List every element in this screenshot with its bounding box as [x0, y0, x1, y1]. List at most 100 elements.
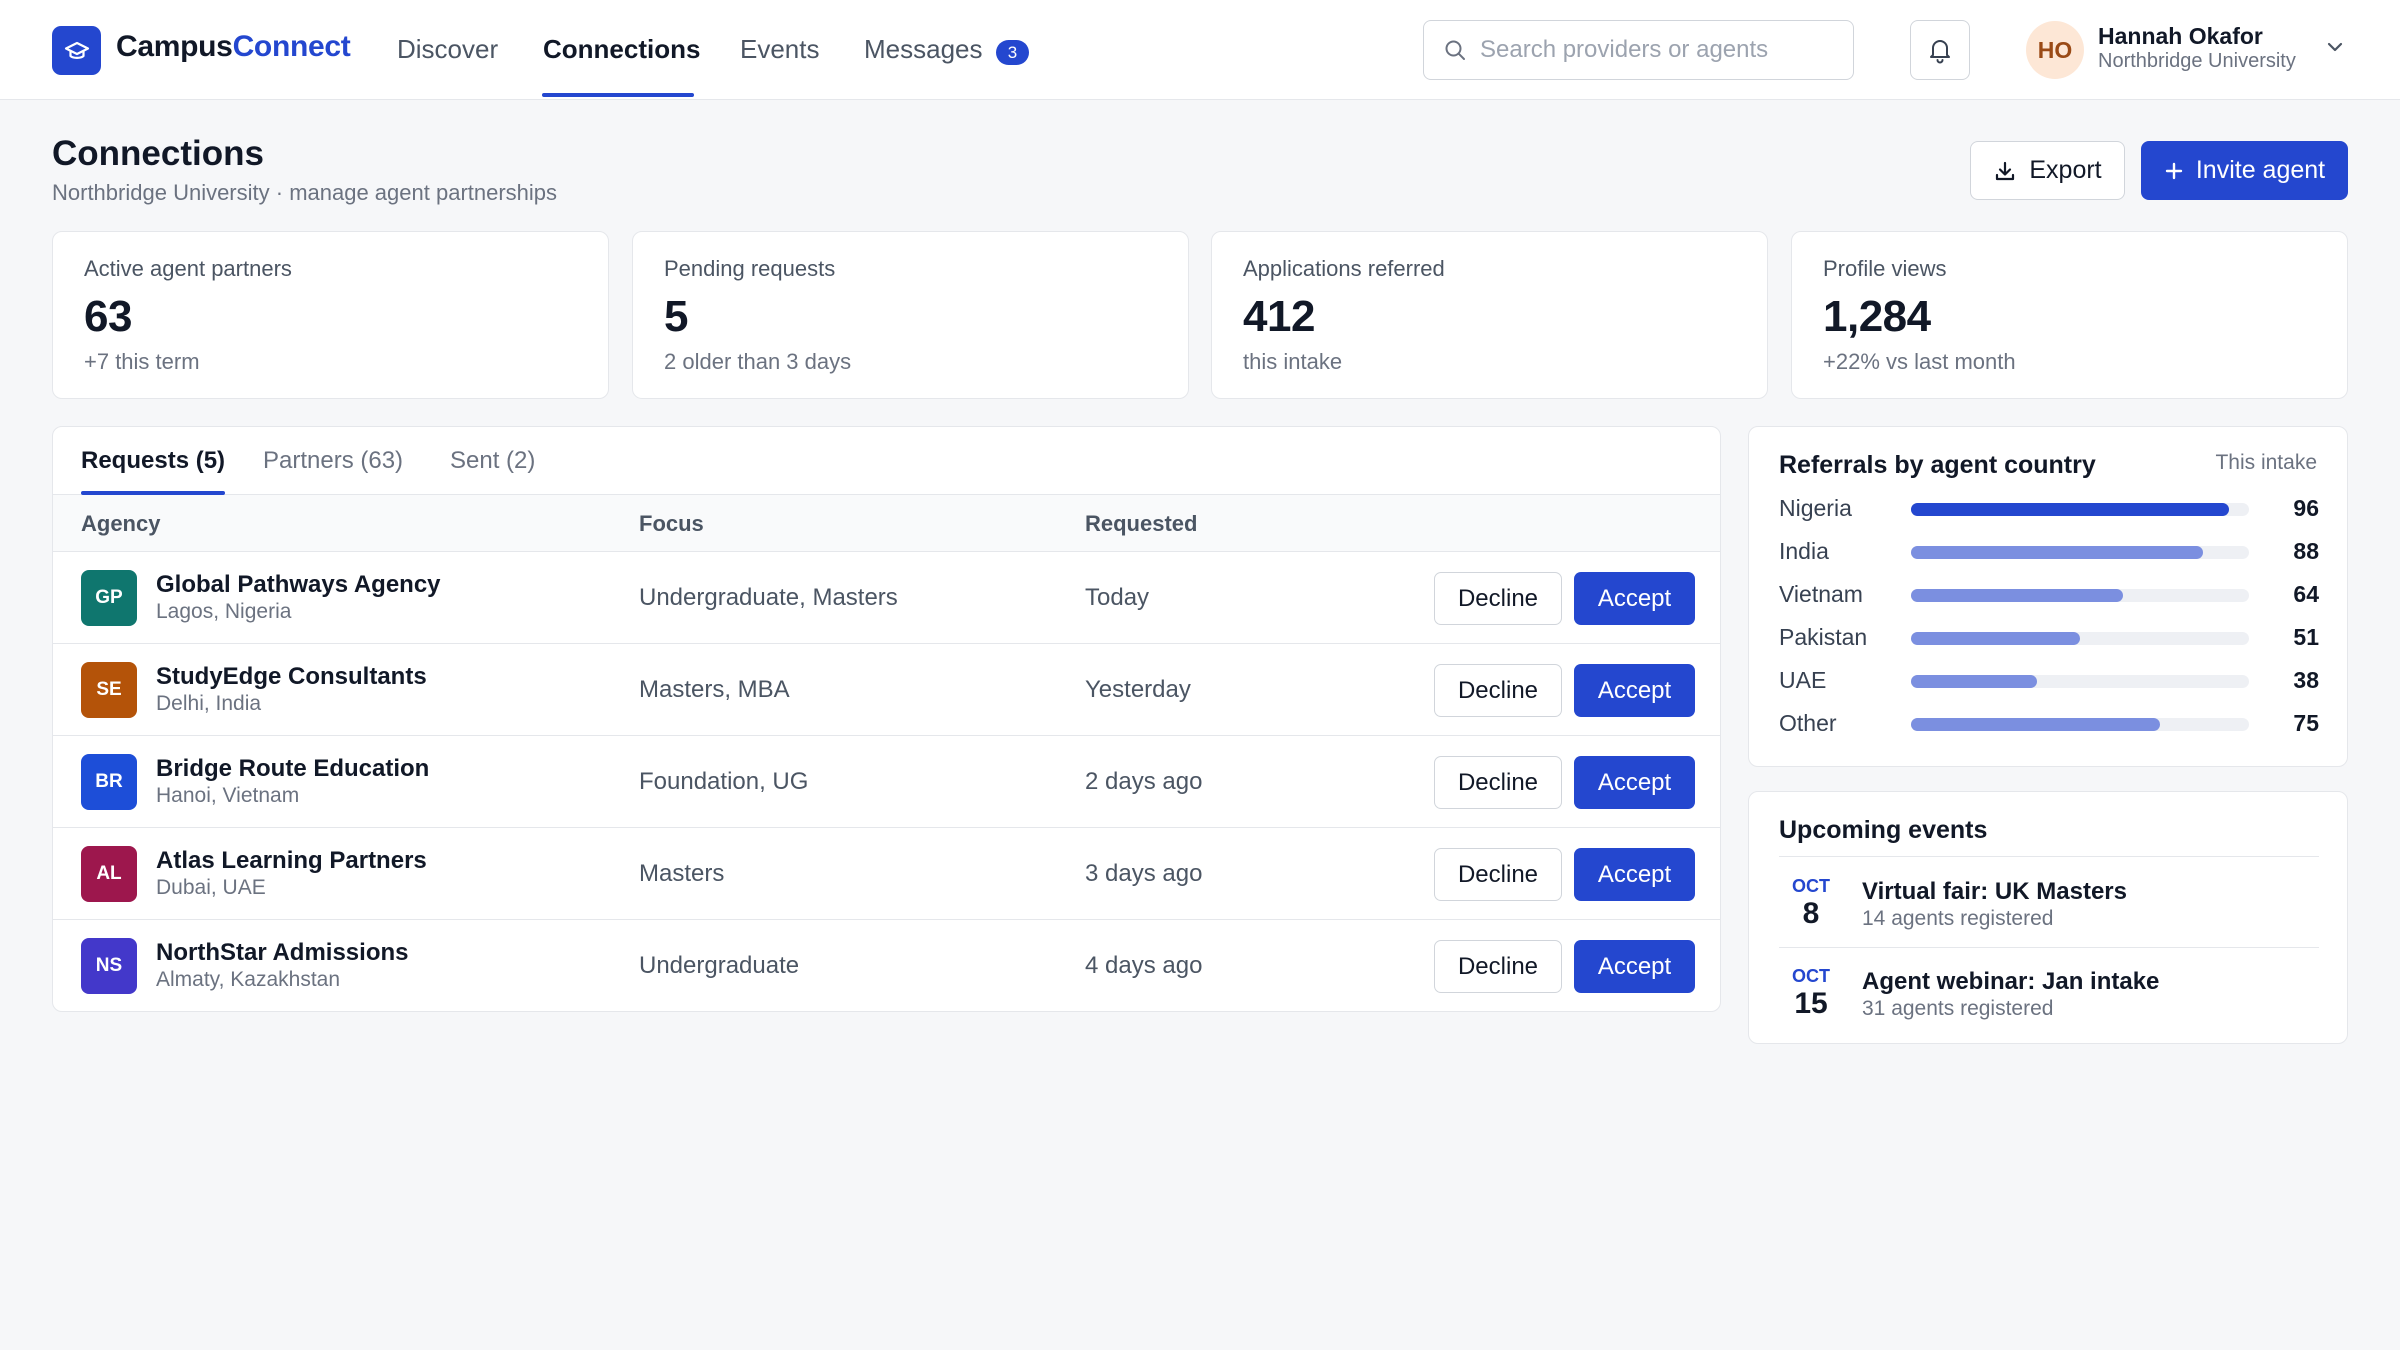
referrals-period[interactable]: This intake [2215, 451, 2317, 475]
event-item[interactable]: OCT 8 Virtual fair: UK Masters 14 agents… [1779, 872, 2319, 952]
notifications-button[interactable] [1910, 20, 1970, 80]
agency-avatar: GP [81, 570, 137, 626]
page-title: Connections [52, 134, 264, 173]
accept-button[interactable]: Accept [1574, 848, 1695, 901]
stat-label: Applications referred [1243, 256, 1445, 281]
request-date: Today [1085, 584, 1150, 611]
nav-connections[interactable]: Connections [543, 34, 700, 65]
active-nav-indicator [542, 93, 694, 97]
brand-name-part2: Connect [232, 30, 351, 63]
nav-messages[interactable]: Messages [864, 34, 983, 65]
referrals-by-country-card: Referrals by agent country This intake N… [1748, 426, 2348, 767]
referral-bar-track [1911, 718, 2249, 731]
invite-agent-button[interactable]: Invite agent [2141, 141, 2348, 200]
referrals-title: Referrals by agent country [1779, 451, 2096, 479]
stat-label: Active agent partners [84, 256, 292, 281]
event-subtitle: 14 agents registered [1862, 907, 2054, 930]
referral-bar-fill [1911, 718, 2160, 731]
referral-country: Other [1779, 710, 1837, 736]
event-month: OCT [1792, 966, 1830, 986]
agency-name[interactable]: Global Pathways Agency [156, 571, 441, 599]
referral-count: 75 [2293, 710, 2319, 736]
referral-count: 51 [2293, 624, 2319, 650]
decline-button[interactable]: Decline [1434, 756, 1562, 809]
stat-value: 5 [664, 292, 688, 341]
bell-icon [1930, 40, 1950, 64]
accept-button[interactable]: Accept [1574, 572, 1695, 625]
user-organization: Northbridge University [2098, 50, 2296, 72]
referral-bar-fill [1911, 589, 2123, 602]
event-day: 8 [1802, 897, 1820, 930]
search-input[interactable] [1480, 33, 1840, 67]
export-button[interactable]: Export [1970, 141, 2125, 200]
agency-location: Lagos, Nigeria [156, 600, 292, 623]
agency-name[interactable]: Atlas Learning Partners [156, 847, 427, 875]
accept-button[interactable]: Accept [1574, 664, 1695, 717]
referral-country: UAE [1779, 667, 1827, 693]
divider [1779, 947, 2319, 948]
nav-discover[interactable]: Discover [397, 34, 498, 65]
tab-sent[interactable]: Sent (2) [450, 447, 535, 475]
referral-country: India [1779, 538, 1829, 564]
referral-count: 88 [2293, 538, 2319, 564]
event-item[interactable]: OCT 15 Agent webinar: Jan intake 31 agen… [1779, 962, 2319, 1042]
decline-button[interactable]: Decline [1434, 572, 1562, 625]
agency-avatar: NS [81, 938, 137, 994]
stat-label: Pending requests [664, 256, 836, 281]
column-header-focus: Focus [639, 511, 704, 536]
decline-button[interactable]: Decline [1434, 848, 1562, 901]
events-title: Upcoming events [1779, 816, 1988, 844]
referral-country: Nigeria [1779, 495, 1852, 521]
table-row: AL Atlas Learning Partners Dubai, UAE Ma… [53, 828, 1720, 920]
table-row: SE StudyEdge Consultants Delhi, India Ma… [53, 644, 1720, 736]
request-date: 3 days ago [1085, 860, 1203, 887]
column-header-agency: Agency [81, 511, 161, 536]
referral-bar-track [1911, 589, 2249, 602]
tab-partners[interactable]: Partners (63) [263, 447, 403, 475]
nav-events[interactable]: Events [740, 34, 820, 65]
referral-count: 64 [2293, 581, 2319, 607]
agency-name[interactable]: StudyEdge Consultants [156, 663, 427, 691]
request-date: 2 days ago [1085, 768, 1203, 795]
search-box[interactable] [1423, 20, 1854, 80]
agency-name[interactable]: NorthStar Admissions [156, 939, 408, 967]
event-title: Virtual fair: UK Masters [1862, 878, 2127, 905]
referral-row: Nigeria 96 [1779, 494, 2319, 524]
agency-focus: Masters, MBA [639, 676, 790, 703]
agency-avatar: AL [81, 846, 137, 902]
event-title: Agent webinar: Jan intake [1862, 968, 2160, 995]
decline-button[interactable]: Decline [1434, 940, 1562, 993]
referral-bar-track [1911, 675, 2249, 688]
stat-delta: +7 this term [84, 349, 200, 374]
tab-requests[interactable]: Requests (5) [81, 447, 225, 475]
graduation-cap-icon[interactable] [52, 26, 101, 75]
referral-row: India 88 [1779, 537, 2319, 567]
accept-button[interactable]: Accept [1574, 756, 1695, 809]
agency-avatar: BR [81, 754, 137, 810]
stat-value: 1,284 [1823, 292, 1931, 341]
brand-logo[interactable]: CampusConnect [116, 30, 351, 64]
user-name[interactable]: Hannah Okafor [2098, 23, 2263, 50]
referral-bar-track [1911, 546, 2249, 559]
divider [1779, 856, 2319, 857]
chevron-down-icon[interactable] [2325, 40, 2345, 59]
user-avatar[interactable]: HO [2026, 21, 2084, 79]
stat-card-profile-views: Profile views 1,284 +22% vs last month [1791, 231, 2348, 399]
referral-country: Vietnam [1779, 581, 1863, 607]
invite-agent-label: Invite agent [2195, 156, 2326, 184]
agency-focus: Undergraduate [639, 952, 800, 979]
table-header: Agency Focus Requested [53, 495, 1720, 552]
referral-count: 38 [2293, 667, 2319, 693]
decline-button[interactable]: Decline [1434, 664, 1562, 717]
referral-count: 96 [2293, 495, 2319, 521]
stat-delta: +22% vs last month [1823, 349, 2016, 374]
agency-name[interactable]: Bridge Route Education [156, 755, 429, 783]
page-subtitle: Northbridge University · manage agent pa… [52, 180, 558, 205]
event-day: 15 [1794, 987, 1828, 1020]
stat-delta: this intake [1243, 349, 1343, 374]
table-row: GP Global Pathways Agency Lagos, Nigeria… [53, 552, 1720, 644]
table-row: NS NorthStar Admissions Almaty, Kazakhst… [53, 920, 1720, 1011]
referral-bar-fill [1911, 546, 2203, 559]
accept-button[interactable]: Accept [1574, 940, 1695, 993]
agency-focus: Undergraduate, Masters [639, 584, 898, 611]
